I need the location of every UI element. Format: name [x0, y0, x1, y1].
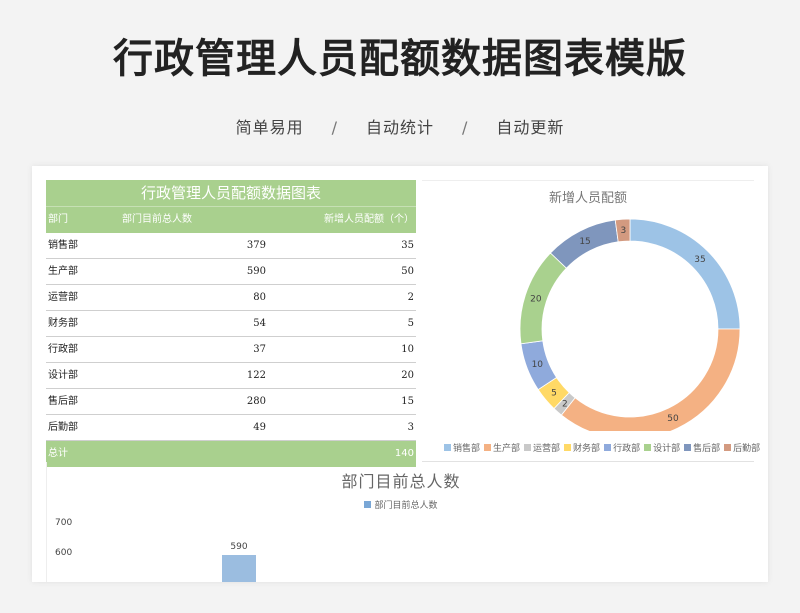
template-card: 行政管理人员配额数据图表 部门 部门目前总人数 新增人员配额（个） 销售部 379…: [32, 166, 768, 582]
cell-dept: 后勤部: [48, 422, 78, 433]
separator-2: /: [462, 118, 469, 137]
header-dept: 部门: [48, 214, 68, 225]
legend-label: 售后部: [693, 444, 721, 454]
bar-svg: 590: [222, 542, 256, 582]
legend-item: 财务部: [564, 441, 600, 454]
table-row: 运营部 80 2: [46, 285, 416, 311]
bar-data-label: 590: [230, 542, 247, 552]
legend-label: 运营部: [533, 444, 561, 454]
cell-quota: 10: [401, 344, 414, 355]
donut-legend: 销售部 生产部 运营部 财务部 行政部 设计部 售后部 后勤部: [444, 441, 764, 454]
feature-3: 自动更新: [496, 118, 565, 137]
cell-total: 37: [253, 344, 266, 355]
cell-quota: 2: [407, 292, 414, 303]
legend-swatch: [524, 444, 532, 451]
legend-label: 生产部: [493, 444, 521, 454]
table-row: 行政部 37 10: [46, 337, 416, 363]
donut-slice: [560, 328, 741, 431]
cell-quota: 20: [401, 370, 414, 381]
donut-slice: [629, 218, 741, 330]
cell-dept: 行政部: [48, 344, 78, 355]
cell-total: 122: [246, 370, 266, 381]
donut-slice-label: 20: [530, 294, 542, 304]
donut-slice-label: 2: [562, 400, 568, 410]
table-row: 生产部 590 50: [46, 259, 416, 285]
cell-total: 54: [253, 318, 266, 329]
donut-slice-label: 50: [667, 414, 679, 424]
separator-1: /: [331, 118, 338, 137]
cell-quota: 5: [407, 318, 414, 329]
feature-2: 自动统计: [365, 118, 434, 137]
cell-quota: 35: [401, 240, 414, 251]
table-title: 行政管理人员配额数据图表: [46, 180, 416, 206]
cell-quota: 15: [401, 396, 414, 407]
table-row: 设计部 122 20: [46, 363, 416, 389]
bar: [222, 555, 256, 582]
header-quota: 新增人员配额（个）: [324, 214, 414, 225]
table-header: 部门 部门目前总人数 新增人员配额（个）: [46, 206, 416, 233]
cell-dept: 设计部: [48, 370, 78, 381]
legend-label: 后勤部: [733, 444, 761, 454]
cell-dept: 生产部: [48, 266, 78, 277]
cell-dept: 运营部: [48, 292, 78, 303]
legend-swatch: [564, 444, 572, 451]
cell-dept: 财务部: [48, 318, 78, 329]
legend-swatch: [484, 444, 492, 451]
bar-chart: 部门目前总人数 部门目前总人数 700 600 590: [46, 462, 755, 582]
donut-slice-label: 3: [620, 226, 626, 236]
legend-item: 生产部: [484, 441, 520, 454]
cell-quota: 3: [407, 422, 414, 433]
table-row: 后勤部 49 3: [46, 415, 416, 441]
legend-label: 销售部: [453, 444, 481, 454]
legend-swatch: [644, 444, 652, 451]
cell-total: 80: [253, 292, 266, 303]
legend-swatch: [724, 444, 732, 451]
donut-chart: 新增人员配额 35 50 2 5 10 20 15 3 销售部 生产部 运营部 财务部 行政部 设计部售…: [422, 180, 760, 462]
page-title: 行政管理人员配额数据图表模版: [113, 36, 687, 82]
legend-label: 行政部: [613, 444, 641, 454]
header-total: 部门目前总人数: [122, 214, 192, 225]
legend-item: 运营部: [524, 441, 560, 454]
legend-item: 行政部: [604, 441, 640, 454]
legend-swatch: [684, 444, 692, 451]
legend-item: 设计部: [644, 441, 680, 454]
data-table: 行政管理人员配额数据图表 部门 部门目前总人数 新增人员配额（个） 销售部 379…: [46, 180, 416, 467]
donut-slice: [519, 252, 567, 345]
cell-total: 280: [246, 396, 266, 407]
legend-item: 销售部: [444, 441, 480, 454]
cell-total: 49: [253, 422, 266, 433]
legend-label: 财务部: [573, 444, 601, 454]
cell-dept: 售后部: [48, 396, 78, 407]
table-row: 销售部 379 35: [46, 233, 416, 259]
donut-slice-label: 15: [579, 237, 590, 247]
feature-line: 简单易用 / 自动统计 / 自动更新: [0, 114, 800, 138]
legend-swatch: [444, 444, 451, 451]
table-row: 售后部 280 15: [46, 389, 416, 415]
legend-item: 售后部: [684, 441, 720, 454]
cell-total: 379: [246, 240, 266, 251]
legend-label: 设计部: [653, 444, 681, 454]
donut-slice-label: 35: [694, 255, 705, 265]
donut-slice-label: 10: [532, 360, 544, 370]
donut-svg: 35 50 25 10 20 15 3: [519, 218, 741, 431]
legend-item: 后勤部: [724, 441, 760, 454]
donut-slice-label: 5: [551, 388, 557, 398]
table-row: 财务部 54 5: [46, 311, 416, 337]
cell-dept: 销售部: [48, 240, 78, 251]
legend-swatch: [604, 444, 612, 451]
cell-total: 590: [246, 266, 266, 277]
cell-quota: 50: [401, 266, 414, 277]
feature-1: 简单易用: [235, 118, 304, 137]
